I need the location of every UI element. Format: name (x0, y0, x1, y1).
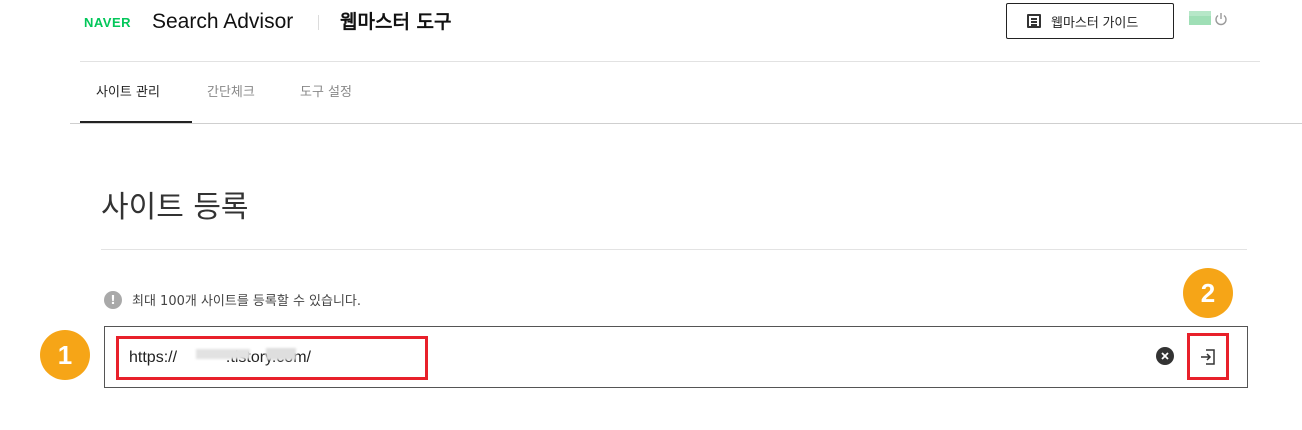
step-badge-1: 1 (40, 330, 90, 380)
header-divider-line (80, 61, 1260, 62)
tabs-divider-line (70, 123, 1302, 124)
tab-quick-check[interactable]: 간단체크 (207, 84, 255, 102)
tab-tool-settings[interactable]: 도구 설정 (300, 84, 352, 102)
header: NAVER Search Advisor 웹마스터 도구 웹마스터 가이드 (0, 0, 1302, 62)
product-title[interactable]: Search Advisor (152, 9, 293, 35)
page-section-title: 웹마스터 도구 (340, 11, 452, 33)
title-divider-line (101, 249, 1247, 250)
tab-site-management[interactable]: 사이트 관리 (96, 84, 160, 102)
blurred-text (196, 349, 250, 359)
naver-logo[interactable]: NAVER (84, 14, 131, 32)
close-icon (1161, 352, 1169, 360)
page-title: 사이트 등록 (101, 190, 249, 225)
header-divider (318, 15, 319, 30)
power-icon[interactable] (1214, 12, 1228, 26)
notice-text: 최대 100개 사이트를 등록할 수 있습니다. (132, 294, 362, 309)
blurred-text (266, 348, 296, 360)
webmaster-guide-button[interactable]: 웹마스터 가이드 (1006, 3, 1174, 39)
clear-icon[interactable] (1156, 347, 1174, 365)
info-icon: ! (104, 290, 122, 309)
login-arrow-icon (1201, 348, 1215, 365)
avatar[interactable] (1189, 11, 1211, 25)
book-icon (1027, 14, 1041, 28)
register-site-button[interactable] (1187, 333, 1229, 380)
guide-button-label: 웹마스터 가이드 (1051, 14, 1139, 30)
limit-notice: ! 최대 100개 사이트를 등록할 수 있습니다. (104, 290, 361, 309)
step-badge-2: 2 (1183, 268, 1233, 318)
